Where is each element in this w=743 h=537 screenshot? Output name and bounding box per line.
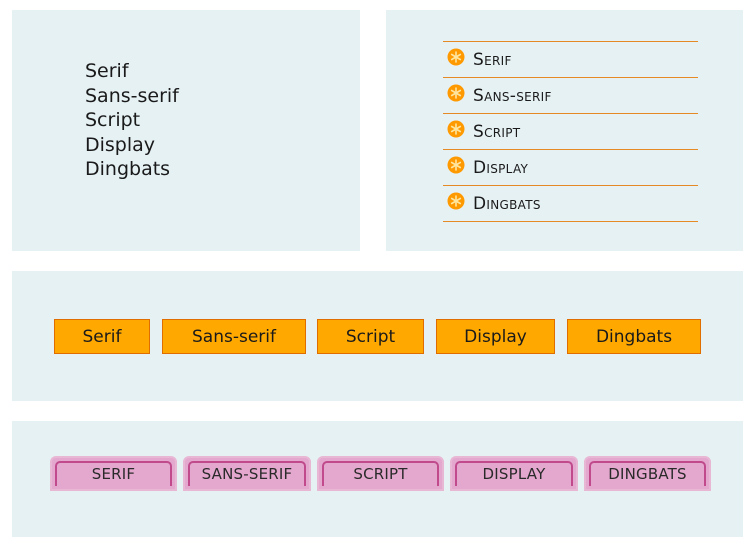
pink-tab-bar: SERIF SANS-SERIF SCRIPT DISPLAY DINGBATS xyxy=(12,456,743,496)
plain-list-item-dingbats[interactable]: Dingbats xyxy=(85,157,179,182)
bullet-list-item-sans-serif[interactable]: Sans-serif xyxy=(443,78,698,114)
bullet-list-label: Serif xyxy=(473,49,512,70)
bullet-list-item-dingbats[interactable]: Dingbats xyxy=(443,186,698,222)
bullet-list-item-serif[interactable]: Serif xyxy=(443,42,698,78)
bullet-list-label: Display xyxy=(473,157,529,178)
orange-button-bar: Serif Sans-serif Script Display Dingbats xyxy=(12,319,743,356)
pink-tab-dingbats[interactable]: DINGBATS xyxy=(584,456,711,491)
pink-tab-serif[interactable]: SERIF xyxy=(50,456,177,491)
orange-button-serif[interactable]: Serif xyxy=(54,319,150,354)
pink-tab-sans-serif[interactable]: SANS-SERIF xyxy=(183,456,311,491)
orange-asterisk-icon xyxy=(447,192,465,209)
plain-font-list: Serif Sans-serif Script Display Dingbats xyxy=(85,59,179,182)
bullet-list-panel: Serif Sans-serif Script Display Dingbats xyxy=(386,10,743,251)
orange-button-script[interactable]: Script xyxy=(317,319,424,354)
orange-asterisk-icon xyxy=(447,120,465,137)
plain-list-item-sans-serif[interactable]: Sans-serif xyxy=(85,84,179,109)
orange-asterisk-icon xyxy=(447,156,465,173)
pink-tab-script[interactable]: SCRIPT xyxy=(317,456,444,491)
pink-tab-label: SANS-SERIF xyxy=(188,461,306,486)
pink-tab-label: DISPLAY xyxy=(455,461,573,486)
pink-tab-label: SCRIPT xyxy=(322,461,439,486)
bullet-font-list: Serif Sans-serif Script Display Dingbats xyxy=(443,41,698,222)
orange-button-display[interactable]: Display xyxy=(436,319,555,354)
orange-button-dingbats[interactable]: Dingbats xyxy=(567,319,701,354)
pink-tab-panel: SERIF SANS-SERIF SCRIPT DISPLAY DINGBATS xyxy=(12,421,743,537)
bullet-list-label: Dingbats xyxy=(473,193,541,214)
plain-list-item-script[interactable]: Script xyxy=(85,108,179,133)
bullet-list-item-script[interactable]: Script xyxy=(443,114,698,150)
plain-list-item-serif[interactable]: Serif xyxy=(85,59,179,84)
plain-list-panel: Serif Sans-serif Script Display Dingbats xyxy=(12,10,360,251)
pink-tab-label: SERIF xyxy=(55,461,172,486)
pink-tab-label: DINGBATS xyxy=(589,461,706,486)
orange-asterisk-icon xyxy=(447,84,465,101)
pink-tab-display[interactable]: DISPLAY xyxy=(450,456,578,491)
bullet-list-item-display[interactable]: Display xyxy=(443,150,698,186)
orange-button-sans-serif[interactable]: Sans-serif xyxy=(162,319,306,354)
bullet-list-label: Script xyxy=(473,121,521,142)
orange-asterisk-icon xyxy=(447,48,465,65)
orange-nav-panel: Serif Sans-serif Script Display Dingbats xyxy=(12,271,743,401)
bullet-list-label: Sans-serif xyxy=(473,85,552,106)
plain-list-item-display[interactable]: Display xyxy=(85,133,179,158)
